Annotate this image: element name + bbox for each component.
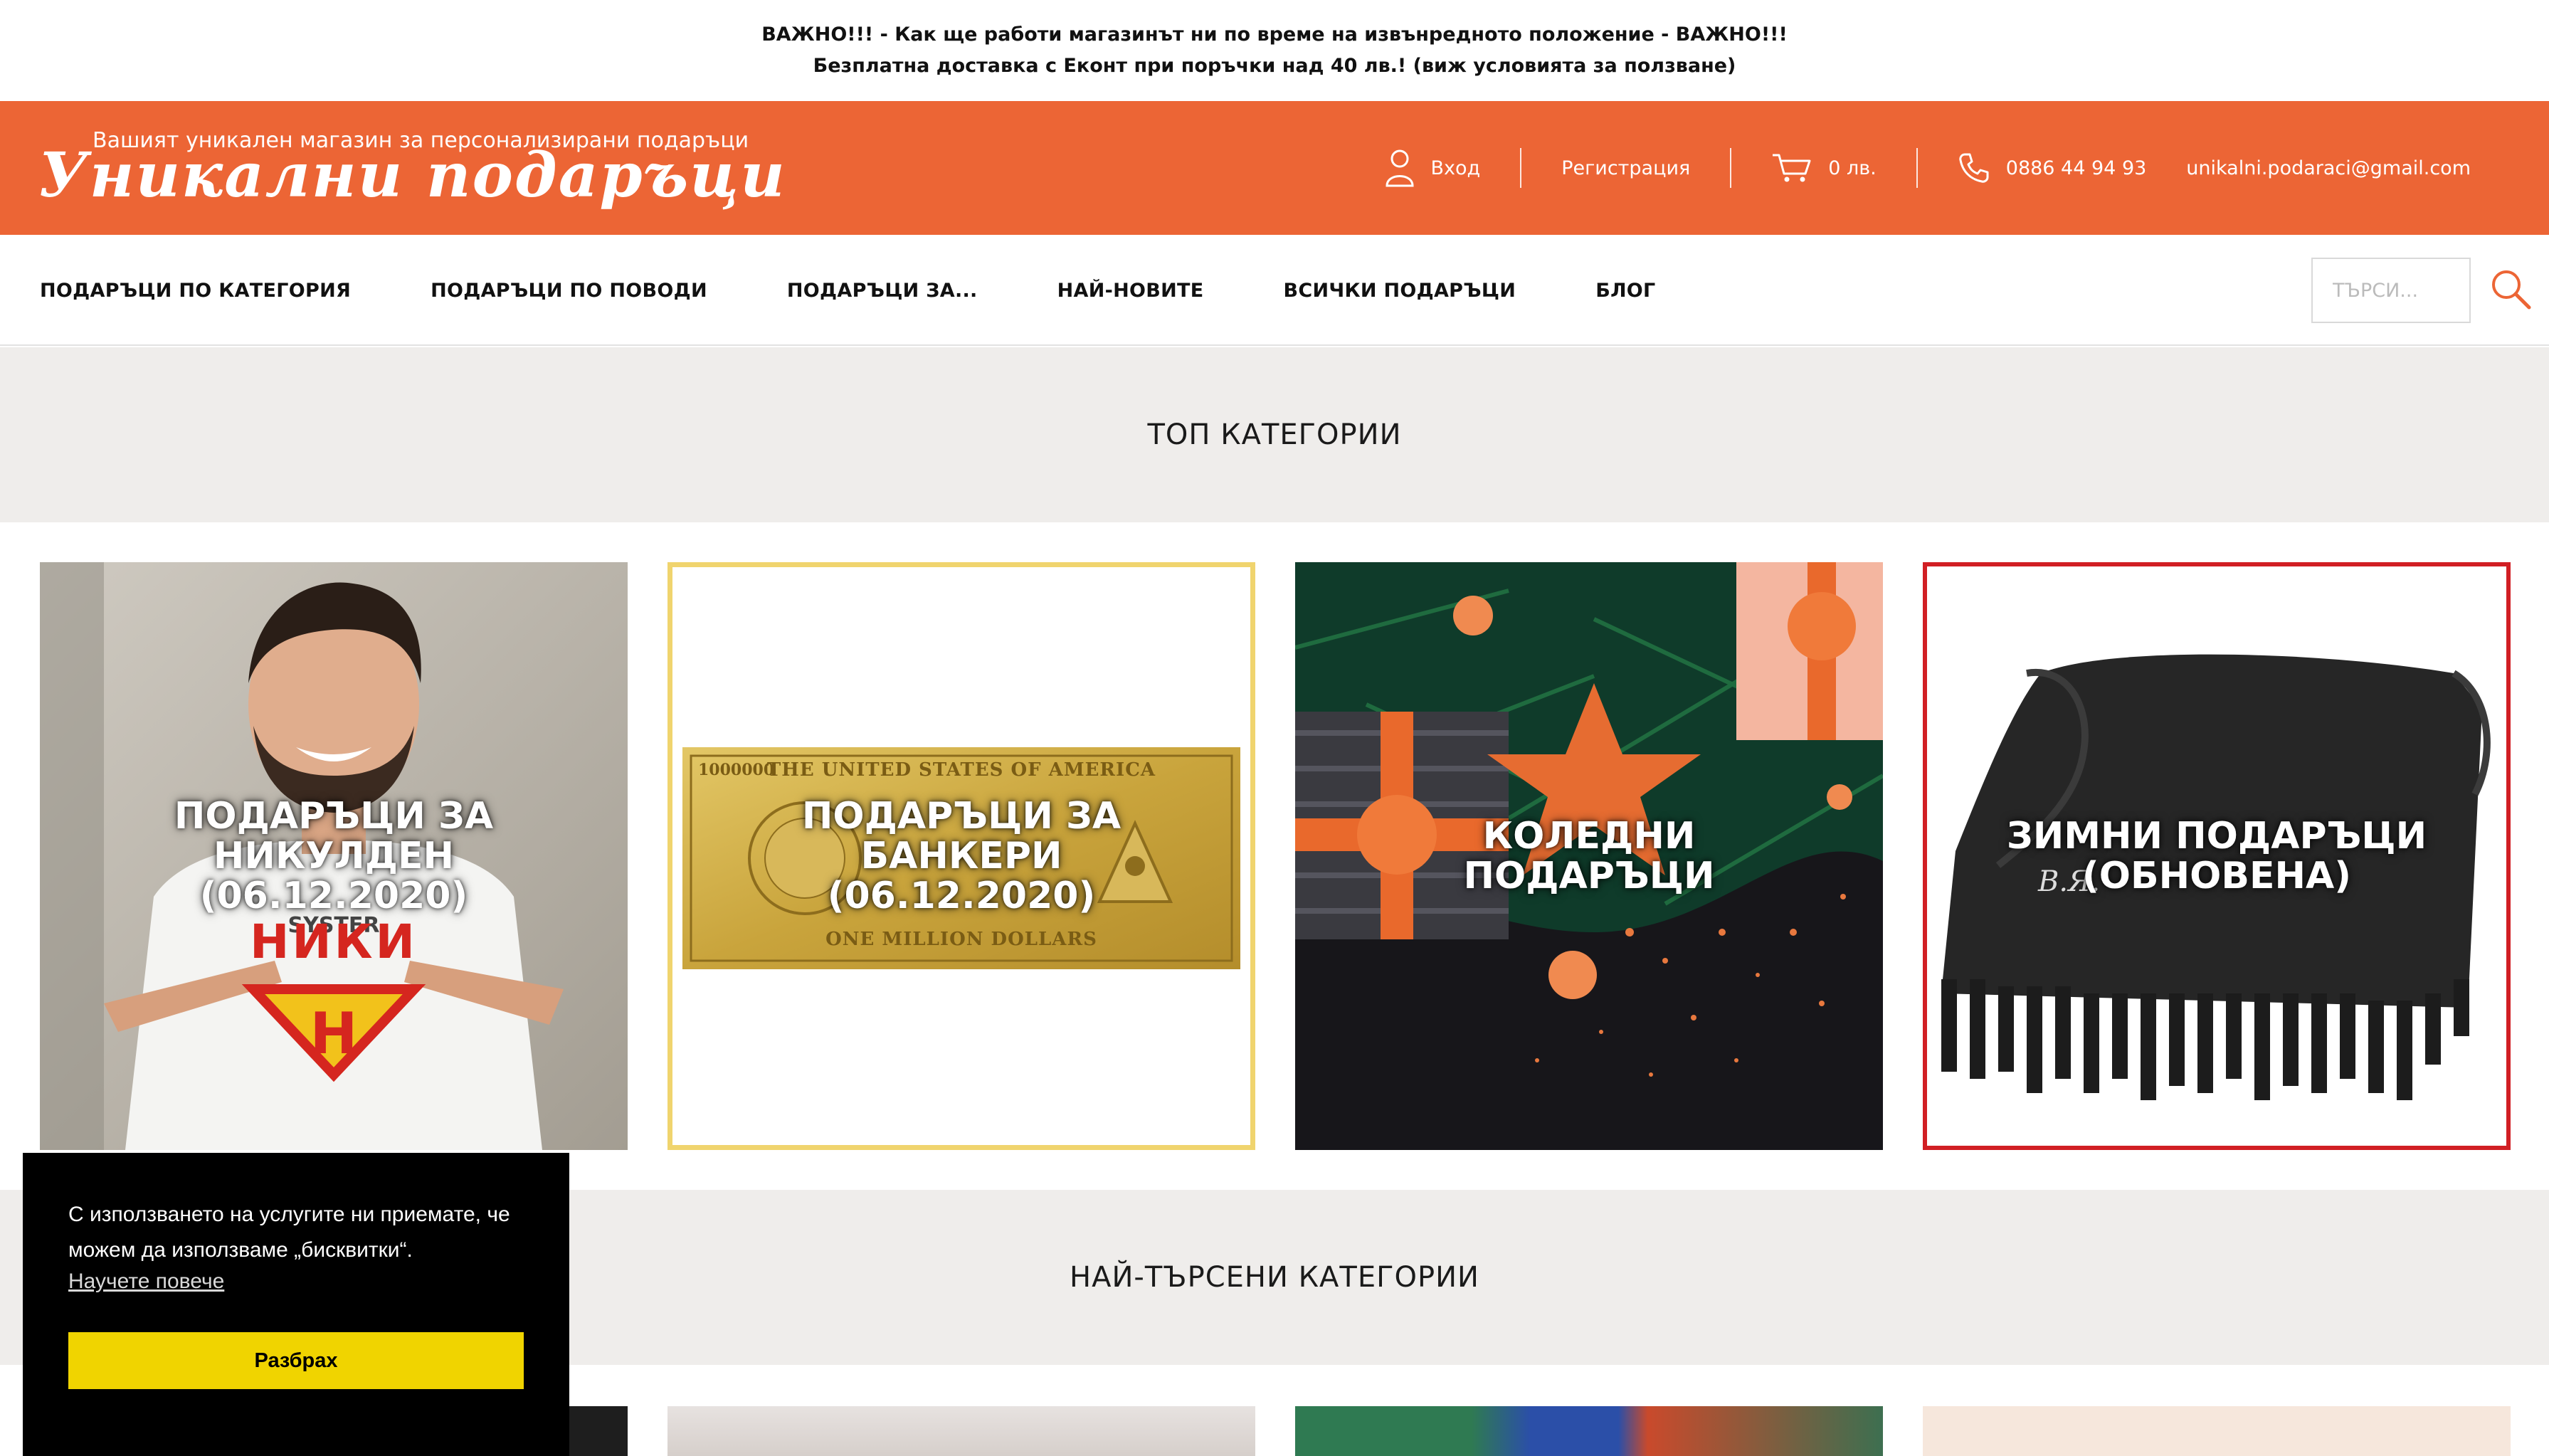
menu: ПОДАРЪЦИ ПО КАТЕГОРИЯ ПОДАРЪЦИ ПО ПОВОДИ… (40, 235, 1736, 346)
announcement-line-important[interactable]: ВАЖНО!!! - Как ще работи магазинът ни по… (761, 23, 1788, 47)
category-label-winter: ЗИМНИ ПОДАРЪЦИ (ОБНОВЕНА) (2006, 815, 2427, 897)
site-header: Вашият уникален магазин за персонализира… (0, 101, 2549, 235)
nav-gifts-by-category[interactable]: ПОДАРЪЦИ ПО КАТЕГОРИЯ (40, 280, 351, 302)
category-tile-nikulden[interactable]: SYSTER H ПОДАРЪЦИ ЗА НИКУЛДЕН (06.12.202… (40, 562, 628, 1150)
search-button[interactable] (2488, 266, 2535, 313)
tile-label-wrap: ЗИМНИ ПОДАРЪЦИ (ОБНОВЕНА) (1927, 566, 2506, 1146)
category-tile[interactable] (1923, 1406, 2511, 1456)
category-label-bankers: ПОДАРЪЦИ ЗА БАНКЕРИ (06.12.2020) (801, 795, 1122, 917)
tile-label-wrap: ПОДАРЪЦИ ЗА НИКУЛДЕН (06.12.2020) (40, 562, 628, 1150)
category-label-nikulden: ПОДАРЪЦИ ЗА НИКУЛДЕН (06.12.2020) (174, 795, 494, 917)
cart-total: 0 лв. (1828, 157, 1877, 179)
nav-newest[interactable]: НАЙ-НОВИТЕ (1057, 280, 1204, 302)
search-input[interactable] (2333, 279, 2449, 302)
tile-label-wrap: ПОДАРЪЦИ ЗА БАНКЕРИ (06.12.2020) (672, 567, 1250, 1145)
shirt-name-text: НИКИ (250, 914, 418, 969)
nav-all-gifts[interactable]: ВСИЧКИ ПОДАРЪЦИ (1284, 280, 1516, 302)
cart-link[interactable]: 0 лв. (1771, 152, 1877, 184)
header-divider (1520, 148, 1522, 188)
search-box (2311, 258, 2471, 323)
nav-gifts-for[interactable]: ПОДАРЪЦИ ЗА... (787, 280, 978, 302)
category-tile-winter[interactable]: В.Я. ЗИМНИ ПОДАРЪЦИ (ОБНОВЕНА) (1923, 562, 2511, 1150)
announcement-line-delivery[interactable]: Безплатна доставка с Еконт при поръчки н… (813, 54, 1736, 78)
site-logo[interactable]: Вашият уникален магазин за персонализира… (38, 120, 785, 219)
cart-icon (1771, 152, 1812, 184)
nav-blog[interactable]: БЛОГ (1595, 280, 1655, 302)
top-categories-grid: SYSTER H ПОДАРЪЦИ ЗА НИКУЛДЕН (06.12.202… (40, 562, 2511, 1150)
announcement-bar: ВАЖНО!!! - Как ще работи магазинът ни по… (0, 0, 2549, 101)
cookie-accept-button[interactable]: Разбрах (68, 1332, 524, 1389)
register-label: Регистрация (1561, 157, 1691, 179)
main-navigation: ПОДАРЪЦИ ПО КАТЕГОРИЯ ПОДАРЪЦИ ПО ПОВОДИ… (0, 235, 2549, 346)
category-tile[interactable] (667, 1406, 1255, 1456)
category-tile-christmas[interactable]: КОЛЕДНИ ПОДАРЪЦИ (1295, 562, 1883, 1150)
register-link[interactable]: Регистрация (1561, 157, 1690, 179)
cookie-consent-popup: С използването на услугите ни приемате, … (23, 1153, 569, 1456)
logo-text: Уникални подаръци (38, 139, 786, 211)
phone-link[interactable]: 0886 44 94 93 (1958, 152, 2147, 184)
learn-more-link[interactable]: Научете повече (68, 1270, 224, 1294)
top-categories-title: ТОП КАТЕГОРИИ (1147, 418, 1402, 451)
login-link[interactable]: Вход (1385, 149, 1480, 187)
category-label-christmas: КОЛЕДНИ ПОДАРЪЦИ (1463, 815, 1715, 897)
header-divider (1730, 148, 1732, 188)
user-icon (1385, 149, 1415, 187)
category-tile[interactable] (1295, 1406, 1883, 1456)
most-searched-title: НАЙ-ТЪРСЕНИ КАТЕГОРИИ (1070, 1261, 1479, 1294)
tile-label-wrap: КОЛЕДНИ ПОДАРЪЦИ (1295, 562, 1883, 1150)
top-categories-band: ТОП КАТЕГОРИИ (0, 347, 2549, 522)
email-link[interactable]: unikalni.podaraci@gmail.com (2186, 157, 2471, 179)
nav-gifts-by-occasion[interactable]: ПОДАРЪЦИ ПО ПОВОДИ (431, 280, 707, 302)
cookie-text: С използването на услугите ни приемате, … (68, 1203, 510, 1262)
login-label: Вход (1430, 157, 1481, 179)
phone-icon (1958, 152, 1990, 184)
shirt-print-wrap: НИКИ (40, 914, 628, 969)
header-account-nav: Вход Регистрация 0 лв. 0886 44 94 93 uni… (1385, 101, 2471, 235)
phone-number: 0886 44 94 93 (2005, 157, 2147, 179)
search-icon (2488, 270, 2535, 316)
header-divider (1916, 148, 1918, 188)
category-tile-bankers[interactable]: THE UNITED STATES OF AMERICA ONE MILLION… (667, 562, 1255, 1150)
email-address: unikalni.podaraci@gmail.com (2186, 157, 2471, 179)
